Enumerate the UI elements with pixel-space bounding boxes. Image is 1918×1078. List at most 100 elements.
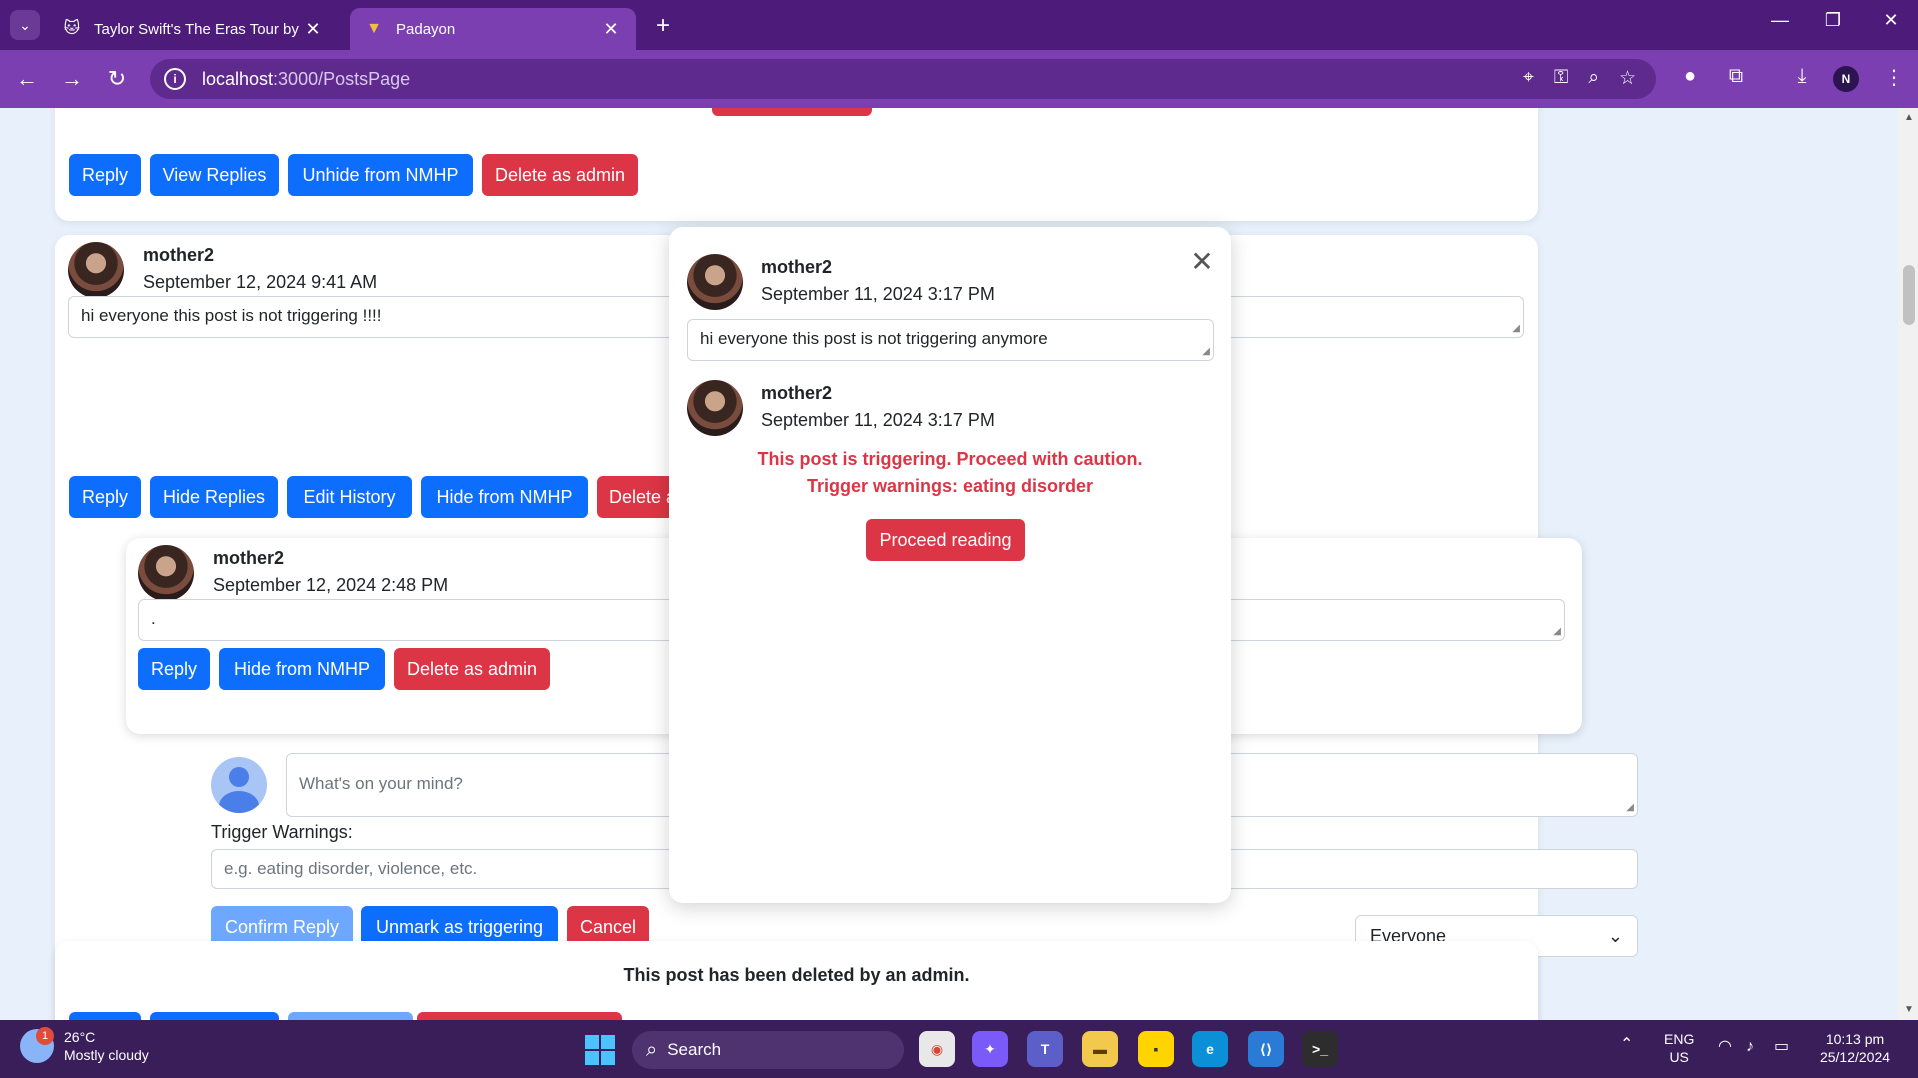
forward-icon[interactable]: →	[57, 64, 87, 94]
region-code: US	[1669, 1049, 1689, 1065]
resize-grip-icon[interactable]: ◢	[1512, 323, 1520, 334]
tab-search-button[interactable]: ⌄	[10, 10, 40, 40]
weather-desc: Mostly cloudy	[64, 1047, 149, 1063]
view-replies-button[interactable]	[150, 1012, 279, 1020]
edit-history-button[interactable]	[288, 1012, 413, 1020]
avatar	[68, 242, 124, 298]
history-date: September 11, 2024 3:17 PM	[761, 284, 995, 304]
zoom-icon[interactable]: ⌕	[1588, 67, 1599, 90]
language-indicator[interactable]: ENG US	[1664, 1030, 1694, 1066]
teams-icon[interactable]: T	[1027, 1031, 1063, 1067]
address-bar[interactable]: i localhost:3000/PostsPage ⌖ ⚿ ⌕ ☆	[150, 59, 1656, 99]
windows-start-icon[interactable]	[585, 1035, 615, 1065]
search-icon: ⌕	[646, 1038, 658, 1061]
post-card: This post has been deleted by an admin.	[55, 941, 1538, 1020]
resize-grip-icon[interactable]: ◢	[1202, 346, 1210, 357]
unhide-button[interactable]: Unhide from NMHP	[288, 154, 473, 196]
proceed-reading-button[interactable]: Proceed reading	[866, 519, 1025, 561]
clock-date: 25/12/2024	[1819, 1049, 1891, 1065]
post-content-text: hi everyone this post is not triggering …	[81, 306, 382, 325]
undelete-button[interactable]	[417, 1012, 622, 1020]
avatar	[687, 380, 743, 436]
restore-icon[interactable]: ❐	[1818, 10, 1848, 31]
reply-button[interactable]	[69, 1012, 141, 1020]
download-icon[interactable]: ⤓	[1788, 65, 1816, 88]
url-host: localhost	[202, 68, 274, 89]
hide-replies-button[interactable]: Hide Replies	[150, 476, 278, 518]
tab-eras-tour[interactable]: 🐱 Taylor Swift's The Eras Tour by N ✕	[48, 8, 338, 50]
bookmark-star-icon[interactable]: ☆	[1619, 67, 1636, 90]
reply-button[interactable]: Reply	[69, 476, 141, 518]
tab-padayon[interactable]: ▼ Padayon ✕	[350, 8, 636, 50]
taskbar-search[interactable]: ⌕ Search	[632, 1031, 904, 1069]
battery-icon[interactable]: ▭	[1774, 1038, 1789, 1056]
page-scrollbar[interactable]	[1898, 108, 1918, 1020]
weather-badge: 1	[36, 1027, 54, 1045]
tab-title: Padayon	[396, 20, 456, 38]
hide-from-nmhp-button[interactable]: Hide from NMHP	[219, 648, 385, 690]
trigger-placeholder: e.g. eating disorder, violence, etc.	[224, 859, 478, 878]
profile-avatar[interactable]: N	[1833, 66, 1859, 92]
vscode-icon[interactable]: ⟨⟩	[1248, 1031, 1284, 1067]
volume-icon[interactable]: ♪	[1746, 1038, 1754, 1056]
tab-title: Taylor Swift's The Eras Tour by N	[94, 20, 302, 38]
chrome-icon[interactable]: ◉	[919, 1031, 955, 1067]
minimize-icon[interactable]: —	[1765, 10, 1795, 31]
reply-placeholder: What's on your mind?	[299, 774, 463, 793]
post-card: Reply View Replies Unhide from NMHP Dele…	[55, 108, 1538, 221]
reply-content-text: .	[151, 609, 156, 628]
edit-history-modal: ✕ mother2 September 11, 2024 3:17 PM hi …	[669, 227, 1231, 903]
padayon-favicon-icon: ▼	[366, 20, 382, 37]
history-content: hi everyone this post is not triggering …	[687, 319, 1214, 361]
wifi-icon[interactable]: ◠	[1718, 1038, 1732, 1056]
avatar	[687, 254, 743, 310]
new-tab-button[interactable]: +	[650, 12, 676, 40]
delete-admin-button[interactable]: Delete as admin	[394, 648, 550, 690]
scroll-up-arrow-icon[interactable]: ▲	[1902, 112, 1916, 123]
file-explorer-icon[interactable]: ▬	[1082, 1031, 1118, 1067]
scroll-thumb[interactable]	[1903, 265, 1915, 325]
key-icon[interactable]: ⚿	[1554, 67, 1568, 90]
partial-button[interactable]	[712, 108, 872, 116]
close-tab-icon[interactable]: ✕	[600, 19, 622, 40]
location-icon[interactable]: ⌖	[1523, 67, 1534, 90]
reply-button[interactable]: Reply	[69, 154, 141, 196]
weather-widget[interactable]: 1 26°C Mostly cloudy	[20, 1027, 149, 1064]
chevron-up-icon[interactable]: ⌃	[1620, 1036, 1633, 1054]
avatar	[138, 545, 194, 601]
chevron-down-icon: ⌄	[1607, 925, 1623, 946]
terminal-icon[interactable]: >_	[1302, 1031, 1338, 1067]
hide-from-nmhp-button[interactable]: Hide from NMHP	[421, 476, 588, 518]
menu-kebab-icon[interactable]: ⋮	[1880, 65, 1908, 90]
reply-author: mother2	[213, 548, 285, 568]
close-window-icon[interactable]: ✕	[1876, 10, 1906, 31]
close-tab-icon[interactable]: ✕	[302, 19, 324, 40]
delete-admin-button[interactable]: Delete as admin	[482, 154, 638, 196]
close-icon[interactable]: ✕	[1187, 245, 1217, 278]
resize-grip-icon[interactable]: ◢	[1553, 626, 1561, 637]
history-date: September 11, 2024 3:17 PM	[761, 410, 995, 430]
clock[interactable]: 10:13 pm 25/12/2024	[1810, 1030, 1900, 1066]
edge-icon[interactable]: e	[1192, 1031, 1228, 1067]
edit-history-button[interactable]: Edit History	[287, 476, 412, 518]
scroll-down-arrow-icon[interactable]: ▼	[1902, 1004, 1916, 1015]
trigger-warnings-label: Trigger Warnings:	[211, 822, 353, 842]
default-avatar	[211, 757, 267, 813]
cloud-sun-icon: 1	[20, 1027, 54, 1063]
url-path: :3000/PostsPage	[273, 68, 411, 89]
browser-tab-bar: ⌄ 🐱 Taylor Swift's The Eras Tour by N ✕ …	[0, 0, 1918, 50]
delete-admin-button[interactable]: Delete a	[597, 476, 677, 518]
site-info-icon[interactable]: i	[164, 68, 186, 90]
browser-toolbar: ← → ↻ i localhost:3000/PostsPage ⌖ ⚿ ⌕ ☆…	[0, 50, 1918, 108]
view-replies-button[interactable]: View Replies	[150, 154, 279, 196]
reply-button[interactable]: Reply	[138, 648, 210, 690]
post-author: mother2	[143, 245, 215, 265]
extension-bulb-icon[interactable]: ●	[1676, 65, 1704, 88]
resize-grip-icon[interactable]: ◢	[1626, 802, 1634, 813]
reply-date: September 12, 2024 2:48 PM	[213, 575, 449, 595]
sticky-notes-icon[interactable]: ▪	[1138, 1031, 1174, 1067]
back-icon[interactable]: ←	[12, 64, 42, 94]
reload-icon[interactable]: ↻	[102, 64, 132, 94]
copilot-icon[interactable]: ✦	[972, 1031, 1008, 1067]
extensions-puzzle-icon[interactable]: ⧉	[1722, 65, 1750, 88]
